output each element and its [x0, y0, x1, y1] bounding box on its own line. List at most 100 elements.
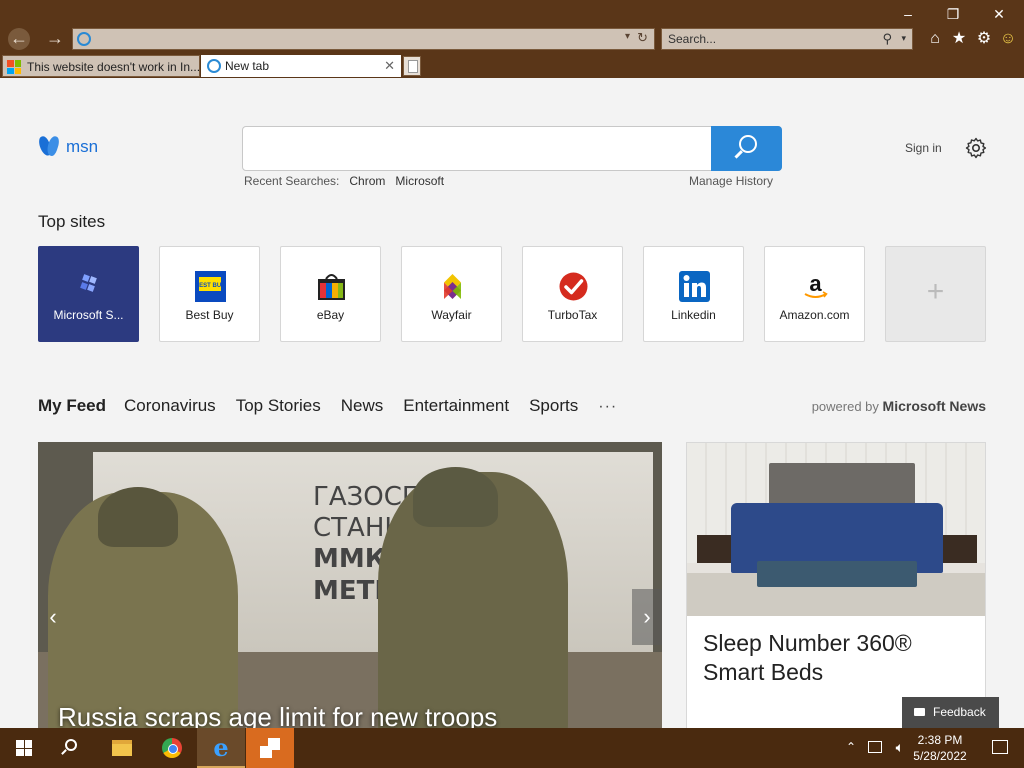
msn-butterfly-icon: [38, 134, 60, 160]
back-arrow-icon: ←: [10, 28, 28, 48]
minimize-button[interactable]: ‒: [893, 4, 923, 24]
top-site-linkedin[interactable]: Linkedin: [643, 246, 744, 342]
volume-icon[interactable]: 🔈︎: [896, 739, 904, 756]
settings-gear-icon[interactable]: [964, 136, 988, 160]
web-search-button[interactable]: [711, 126, 782, 171]
feed-tabs: My Feed Coronavirus Top Stories News Ent…: [38, 396, 617, 416]
top-site-ebay[interactable]: eBay: [280, 246, 381, 342]
feedback-button[interactable]: Feedback: [902, 697, 999, 728]
powered-by-label: powered by Microsoft News: [812, 398, 986, 414]
top-site-amazon[interactable]: a Amazon.com: [764, 246, 865, 342]
svg-text:BEST BUY: BEST BUY: [195, 283, 225, 289]
clock[interactable]: 2:38 PM 5/28/2022: [910, 732, 970, 764]
back-button[interactable]: ←: [8, 28, 30, 50]
feed-tab-sports[interactable]: Sports: [529, 396, 578, 416]
feed-tab-my-feed[interactable]: My Feed: [38, 396, 106, 416]
hero-headline[interactable]: Russia scraps age limit for new troops: [58, 702, 497, 728]
carousel-prev-button[interactable]: ‹: [38, 589, 68, 645]
tab-label: This website doesn't work in In...: [27, 60, 200, 74]
app-button[interactable]: [246, 728, 294, 768]
carousel-next-button[interactable]: ›: [632, 589, 662, 645]
tools-gear-icon[interactable]: ⚙: [974, 29, 994, 49]
smiley-feedback-icon[interactable]: ☺: [998, 29, 1018, 49]
taskbar-search-button[interactable]: [48, 728, 96, 768]
tab-website-warning[interactable]: This website doesn't work in In...: [2, 55, 200, 77]
microsoft-logo-icon: [7, 60, 21, 74]
chevron-left-icon: ‹: [49, 604, 57, 629]
tile-label: Linkedin: [671, 308, 716, 322]
search-dropdown-icon[interactable]: ▾: [901, 33, 906, 44]
web-search-box: [242, 126, 782, 171]
recent-searches-label: Recent Searches:: [244, 174, 340, 188]
restore-button[interactable]: ❐: [938, 4, 968, 24]
browser-search-placeholder: Search...: [668, 32, 717, 46]
notifications-icon[interactable]: [992, 740, 1008, 754]
top-site-wayfair[interactable]: Wayfair: [401, 246, 502, 342]
close-button[interactable]: ✕: [984, 4, 1014, 24]
network-icon[interactable]: [868, 741, 882, 753]
feed-tab-news[interactable]: News: [341, 396, 384, 416]
browser-search-box[interactable]: Search... ⚲ ▾: [661, 28, 913, 50]
feed-tab-coronavirus[interactable]: Coronavirus: [124, 396, 216, 416]
ad-title[interactable]: Sleep Number 360® Smart Beds: [703, 629, 973, 688]
clock-time: 2:38 PM: [917, 733, 963, 747]
address-bar[interactable]: ▾ ↻: [72, 28, 655, 50]
recent-searches: Recent Searches: Chrom Microsoft: [244, 174, 444, 188]
clock-date: 5/28/2022: [913, 749, 967, 763]
top-site-turbotax[interactable]: TurboTax: [522, 246, 623, 342]
tile-label: eBay: [316, 308, 345, 322]
feed-tab-top-stories[interactable]: Top Stories: [236, 396, 321, 416]
windows-logo-icon: [16, 740, 32, 756]
msn-logo[interactable]: msn: [38, 134, 98, 160]
tile-label: Microsoft S...: [53, 308, 124, 322]
hero-news-card[interactable]: ГАЗОСПАС НАЯ СТАНЦИЯ ММК METI ‹ › Russia…: [38, 442, 662, 728]
recent-search-term[interactable]: Microsoft: [395, 174, 444, 188]
powered-by-prefix: powered by: [811, 399, 879, 414]
new-tab-button[interactable]: [403, 56, 421, 76]
top-site-microsoft-store[interactable]: Microsoft S...: [38, 246, 139, 342]
tile-label: TurboTax: [547, 308, 598, 322]
ie-page-icon: [77, 32, 91, 46]
show-hidden-icons-chevron-icon[interactable]: ⌃: [846, 740, 856, 754]
tab-new-tab[interactable]: New tab ✕: [201, 55, 401, 77]
search-icon: [739, 135, 757, 153]
file-explorer-button[interactable]: [98, 728, 146, 768]
home-icon[interactable]: ⌂: [925, 29, 945, 49]
plus-icon: +: [926, 275, 945, 308]
ebay-bag-icon: [318, 274, 345, 300]
ie-tab-icon: [207, 59, 221, 73]
search-icon: [65, 739, 77, 751]
sign-in-link[interactable]: Sign in: [905, 141, 942, 155]
add-top-site-button[interactable]: +: [885, 246, 986, 342]
app-icon: [260, 738, 280, 758]
windows-taskbar: e ⌃ 🔈︎ 2:38 PM 5/28/2022: [0, 728, 1024, 768]
more-feed-tabs-button[interactable]: ···: [598, 398, 617, 416]
search-icon[interactable]: ⚲: [882, 31, 892, 47]
tile-label: Amazon.com: [779, 308, 850, 322]
hero-image-helmet-left: [98, 487, 178, 547]
favorites-star-icon[interactable]: ★: [949, 29, 969, 49]
internet-explorer-button[interactable]: e: [197, 728, 245, 768]
chrome-button[interactable]: [148, 728, 196, 768]
top-site-best-buy[interactable]: BEST BUY Best Buy: [159, 246, 260, 342]
chevron-right-icon: ›: [643, 604, 651, 629]
ad-card-sleep-number[interactable]: Sleep Number 360® Smart Beds: [686, 442, 986, 728]
forward-button[interactable]: →: [44, 28, 66, 50]
close-tab-icon[interactable]: ✕: [384, 55, 395, 77]
powered-by-brand[interactable]: Microsoft News: [883, 398, 986, 414]
chrome-icon: [162, 738, 182, 758]
feed-tab-entertainment[interactable]: Entertainment: [403, 396, 509, 416]
feedback-label: Feedback: [933, 705, 986, 719]
address-dropdown-icon[interactable]: ▾: [625, 31, 630, 42]
browser-chrome: ‒ ❐ ✕ ← → ▾ ↻ Search... ⚲ ▾ ⌂ ★ ⚙ ☺ This…: [0, 0, 1024, 78]
amazon-icon: a: [804, 271, 828, 298]
web-search-input[interactable]: [243, 127, 711, 170]
internet-explorer-icon: e: [213, 733, 229, 762]
tile-label: Best Buy: [185, 308, 234, 322]
ad-image: [687, 443, 985, 616]
manage-history-link[interactable]: Manage History: [689, 174, 773, 188]
recent-search-term[interactable]: Chrom: [349, 174, 385, 188]
refresh-icon[interactable]: ↻: [637, 30, 648, 46]
folder-icon: [112, 740, 132, 756]
start-button[interactable]: [0, 728, 48, 768]
